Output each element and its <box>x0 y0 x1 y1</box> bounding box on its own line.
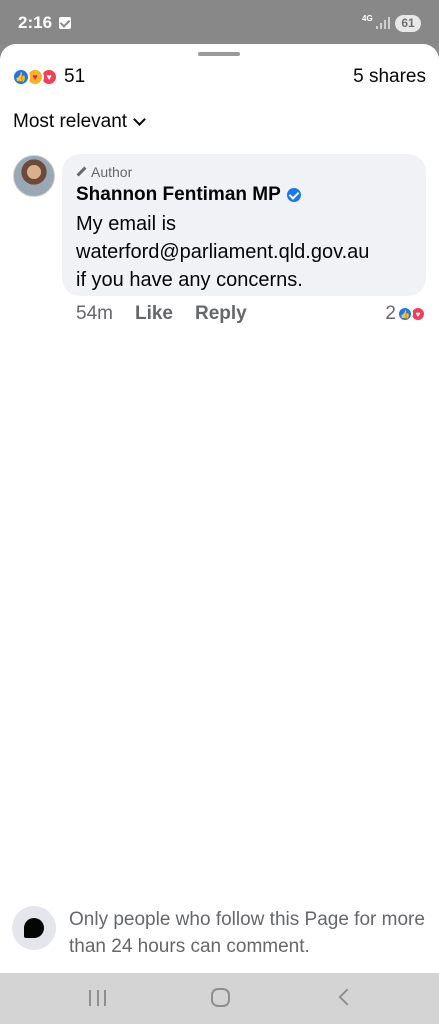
checkbox-notification-icon <box>59 17 71 29</box>
signal-icon <box>376 17 390 29</box>
sort-dropdown[interactable]: Most relevant <box>13 111 146 133</box>
back-icon[interactable] <box>338 988 356 1006</box>
status-bar: 2:16 4G 61 <box>0 0 439 44</box>
author-name[interactable]: Shannon Fentiman MP <box>76 184 281 206</box>
comments-sheet: 👍 ♥ ♥ 51 5 shares Most relevant Author S… <box>0 44 439 973</box>
like-reaction-icon: 👍 <box>12 68 30 86</box>
avatar[interactable] <box>13 155 55 197</box>
notice-text: Only people who follow this Page for mor… <box>69 909 425 957</box>
shares-count[interactable]: 5 shares <box>353 66 426 88</box>
system-nav-bar <box>0 973 439 1024</box>
like-reaction-icon: 👍 <box>397 306 413 322</box>
comment-reactions[interactable]: 2 👍 ♥ <box>385 301 426 327</box>
comment-time: 54m <box>76 303 113 324</box>
chevron-down-icon <box>133 112 146 126</box>
network-type: 4G <box>362 14 373 23</box>
comment-actions: 54m Like Reply <box>76 301 269 327</box>
pencil-icon <box>76 167 86 177</box>
home-icon[interactable] <box>211 988 230 1007</box>
reaction-count: 51 <box>64 66 86 87</box>
author-tag-label: Author <box>91 163 133 180</box>
status-time: 2:16 <box>18 13 53 32</box>
reply-button[interactable]: Reply <box>195 303 247 325</box>
comment-restriction-notice: Only people who follow this Page for mor… <box>12 906 427 960</box>
like-button[interactable]: Like <box>135 303 173 325</box>
comment-text: My email is waterford@parliament.qld.gov… <box>76 213 370 291</box>
comment-reaction-count: 2 <box>385 303 396 324</box>
sort-label: Most relevant <box>13 111 128 132</box>
verified-badge-icon <box>286 188 301 202</box>
comment-bubble[interactable]: Author Shannon Fentiman MP My email is w… <box>62 154 426 296</box>
battery-indicator: 61 <box>395 15 421 32</box>
author-badge: Author <box>76 163 412 180</box>
comment-author[interactable]: Shannon Fentiman MP <box>76 184 412 206</box>
chat-bubble-icon <box>12 906 56 950</box>
sheet-drag-handle[interactable] <box>198 52 240 56</box>
post-reactions[interactable]: 👍 ♥ ♥ 51 <box>12 66 85 88</box>
recents-icon[interactable] <box>89 990 106 1006</box>
